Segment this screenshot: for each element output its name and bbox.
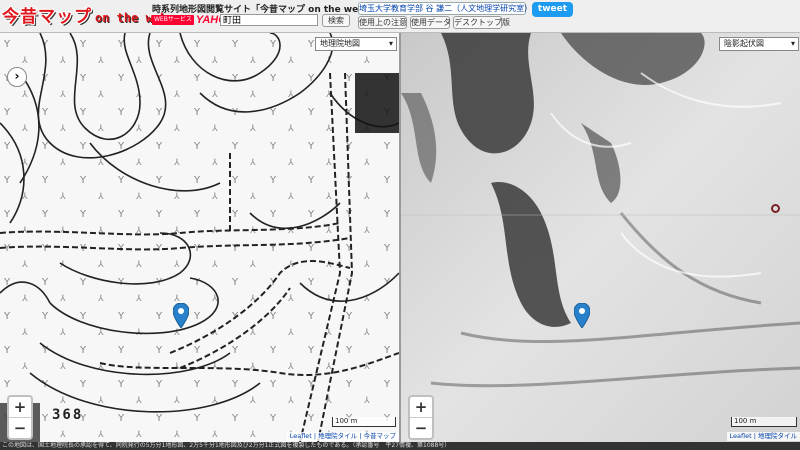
right-zoom-out-button[interactable]: − [410, 417, 432, 438]
gsi-tile-link[interactable]: 地理院タイル [758, 432, 797, 440]
left-zoom-control: + − [7, 395, 33, 440]
left-layer-label: 地理院地図 [320, 39, 360, 48]
gsi-tile-link[interactable]: 地理院タイル [318, 432, 357, 440]
map-elevation-number: 368 [52, 407, 84, 423]
right-scale-bar: 100 m [731, 417, 797, 427]
left-attribution: Leaflet | 地理院タイル | 今昔マップ [286, 432, 399, 441]
hillshade-map-tiles[interactable] [401, 33, 800, 442]
left-zoom-out-button[interactable]: − [9, 417, 31, 438]
data-source-button[interactable]: 使用データ [410, 16, 451, 29]
leaflet-link[interactable]: Leaflet [730, 432, 752, 440]
top-toolbar: 今昔マップ on the web 時系列地形図閲覧サイト「今昔マップ on th… [0, 0, 800, 33]
konjaku-map-link[interactable]: 今昔マップ [364, 432, 397, 440]
chevron-down-icon: ▾ [388, 39, 393, 48]
right-map-panel[interactable]: 陰影起伏図 ▾ + − 100 m Leaflet | 地理院タイル [401, 33, 800, 442]
left-layer-select[interactable]: 地理院地図 ▾ [315, 37, 397, 51]
right-zoom-in-button[interactable]: + [410, 397, 432, 417]
search-input[interactable]: 町田 [220, 14, 318, 26]
logo-japanese: 今昔マップ [2, 7, 92, 27]
chevron-down-icon: ▾ [790, 39, 795, 48]
search-button[interactable]: 検索 [322, 14, 350, 27]
left-map-panel[interactable]: Y ⅄ [0, 33, 399, 442]
web-service-badge: WEBサービス [152, 15, 194, 25]
left-location-marker-icon[interactable] [173, 303, 189, 328]
leaflet-link[interactable]: Leaflet [290, 432, 312, 440]
right-attribution: Leaflet | 地理院タイル [726, 432, 800, 441]
right-zoom-control: + − [408, 395, 434, 440]
point-marker-icon[interactable] [771, 204, 780, 213]
desktop-version-button[interactable]: デスクトップ版 [453, 16, 510, 29]
author-link[interactable]: 埼玉大学教育学部 谷 謙二（人文地理学研究室） [358, 2, 532, 15]
usage-notice-button[interactable]: 使用上の注意 [358, 16, 407, 29]
left-zoom-in-button[interactable]: + [9, 397, 31, 417]
right-location-marker-icon[interactable] [574, 303, 590, 328]
right-layer-select[interactable]: 陰影起伏図 ▾ [719, 37, 799, 51]
topographic-map-tiles[interactable]: Y ⅄ [0, 33, 399, 442]
copyright-footer: この地図は、国土地理院長の承認を得て、同院発行の5万分1地形図、2万5千分1地形… [0, 442, 800, 450]
site-logo[interactable]: 今昔マップ on the web [2, 2, 167, 28]
side-panel-toggle-button[interactable]: › [7, 67, 27, 87]
tweet-button[interactable]: tweet [532, 2, 573, 17]
left-scale-bar: 100 m [332, 417, 396, 427]
right-layer-label: 陰影起伏図 [724, 39, 764, 48]
